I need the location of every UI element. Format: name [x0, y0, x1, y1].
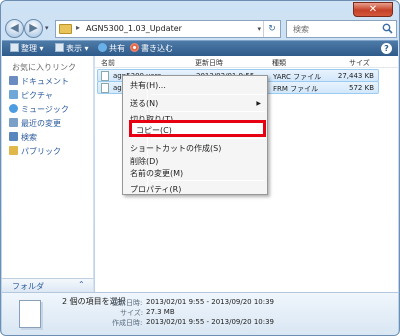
- sidebar-item-music[interactable]: ミュージック: [9, 104, 69, 116]
- share-label: 共有: [109, 44, 125, 53]
- sidebar-item-label: パブリック: [21, 147, 61, 156]
- menu-item-share[interactable]: 共有(H)...: [130, 80, 166, 91]
- menu-item-rename[interactable]: 名前の変更(M): [130, 168, 183, 179]
- sidebar-item-documents[interactable]: ドキュメント: [9, 76, 69, 88]
- folders-label: フォルダ: [12, 282, 44, 291]
- sidebar-item-searches[interactable]: 検索: [9, 132, 37, 144]
- recent-pages-dropdown[interactable]: ▾: [45, 24, 49, 32]
- modified-value: 2013/02/01 9:55 - 2013/09/20 10:39: [146, 298, 275, 306]
- menu-item-properties[interactable]: プロパティ(R): [130, 184, 181, 195]
- back-button[interactable]: ◀: [5, 19, 24, 38]
- share-button[interactable]: 共有: [98, 43, 125, 54]
- burn-label: 書き込む: [141, 44, 173, 53]
- close-button[interactable]: ✕: [353, 2, 393, 17]
- submenu-arrow-icon: ▶: [256, 100, 261, 107]
- created-value: 2013/02/01 9:55 - 2013/09/20 10:39: [146, 318, 275, 326]
- breadcrumb-separator: ▸: [76, 23, 81, 32]
- music-icon: [9, 104, 18, 113]
- document-icon: [19, 300, 41, 328]
- column-date[interactable]: 更新日時: [195, 58, 223, 68]
- search-input[interactable]: 検索: [293, 24, 309, 35]
- explorer-window: ✕ ◀ ▶ ▾ ▸ AGN5300_1.03_Updater ▾ ↻ 検索 整理…: [0, 0, 400, 336]
- public-folder-icon: [9, 146, 18, 155]
- organize-label: 整理 ▾: [21, 44, 44, 53]
- pictures-icon: [9, 90, 18, 99]
- menu-item-delete[interactable]: 削除(D): [130, 156, 158, 167]
- column-headers: 名前 更新日時 種類 サイズ: [95, 56, 398, 68]
- folders-toggle[interactable]: フォルダ ⌃: [2, 278, 94, 292]
- menu-separator: [151, 180, 265, 181]
- column-size[interactable]: サイズ: [349, 58, 370, 68]
- size-value: 27.3 MB: [146, 308, 175, 316]
- size-label: サイズ:: [120, 309, 144, 317]
- menu-item-copy-label: コピー(C): [136, 126, 172, 135]
- forward-button[interactable]: ▶: [24, 19, 43, 38]
- address-bar[interactable]: ▸ AGN5300_1.03_Updater ▾ ↻: [55, 20, 281, 38]
- sidebar-item-label: 最近の変更: [21, 119, 61, 128]
- recent-icon: [9, 118, 18, 127]
- breadcrumb-path[interactable]: AGN5300_1.03_Updater: [86, 24, 182, 33]
- menu-separator: [151, 111, 265, 112]
- menu-separator: [151, 138, 265, 139]
- organize-icon: [10, 43, 19, 52]
- search-folder-icon: [9, 132, 18, 141]
- file-type: FRM ファイル: [273, 85, 319, 93]
- address-row: ◀ ▶ ▾ ▸ AGN5300_1.03_Updater ▾ ↻ 検索: [5, 19, 397, 39]
- column-type[interactable]: 種類: [272, 58, 286, 68]
- burn-disc-icon: [130, 43, 139, 52]
- help-icon[interactable]: ?: [381, 43, 392, 54]
- file-size: 27,443 KB: [337, 72, 374, 80]
- file-icon: [101, 83, 109, 93]
- file-size: 572 KB: [349, 84, 374, 92]
- view-menu[interactable]: 表示 ▾: [55, 43, 89, 54]
- search-box[interactable]: 検索: [286, 20, 397, 38]
- details-pane: 2 個の項目を選択 更新日時: 2013/02/01 9:55 - 2013/0…: [2, 292, 398, 335]
- column-name[interactable]: 名前: [101, 58, 115, 68]
- menu-separator: [151, 94, 265, 95]
- sidebar-item-label: 検索: [21, 133, 37, 142]
- sidebar-item-pictures[interactable]: ピクチャ: [9, 90, 53, 102]
- menu-item-send-to[interactable]: 送る(N): [130, 98, 158, 109]
- sidebar-item-label: ミュージック: [21, 105, 69, 114]
- refresh-button[interactable]: ↻: [263, 21, 280, 37]
- sidebar-item-public[interactable]: パブリック: [9, 146, 61, 158]
- search-icon[interactable]: [382, 23, 393, 34]
- sidebar-item-label: ピクチャ: [21, 91, 53, 100]
- chevron-up-icon: ⌃: [78, 280, 85, 289]
- address-dropdown-icon[interactable]: ▾: [257, 25, 261, 33]
- created-label: 作成日時:: [112, 319, 143, 327]
- menu-item-copy[interactable]: コピー(C): [129, 120, 266, 137]
- menu-item-create-shortcut[interactable]: ショートカットの作成(S): [130, 143, 221, 154]
- burn-button[interactable]: 書き込む: [130, 43, 173, 54]
- modified-label: 更新日時:: [112, 299, 143, 307]
- folder-icon: [59, 24, 72, 34]
- share-icon: [98, 43, 107, 52]
- sidebar-item-recent[interactable]: 最近の変更: [9, 118, 61, 130]
- file-icon: [101, 71, 109, 81]
- favorites-header: お気に入りリンク: [12, 63, 76, 72]
- documents-icon: [9, 76, 18, 85]
- sidebar-item-label: ドキュメント: [21, 77, 69, 86]
- view-icon: [55, 43, 64, 52]
- view-label: 表示 ▾: [66, 44, 89, 53]
- command-bar: 整理 ▾ 表示 ▾ 共有 書き込む ?: [2, 40, 398, 56]
- organize-menu[interactable]: 整理 ▾: [10, 43, 44, 54]
- navigation-pane: お気に入りリンク ドキュメント ピクチャ ミュージック 最近の変更 検索 パブリ…: [2, 56, 94, 278]
